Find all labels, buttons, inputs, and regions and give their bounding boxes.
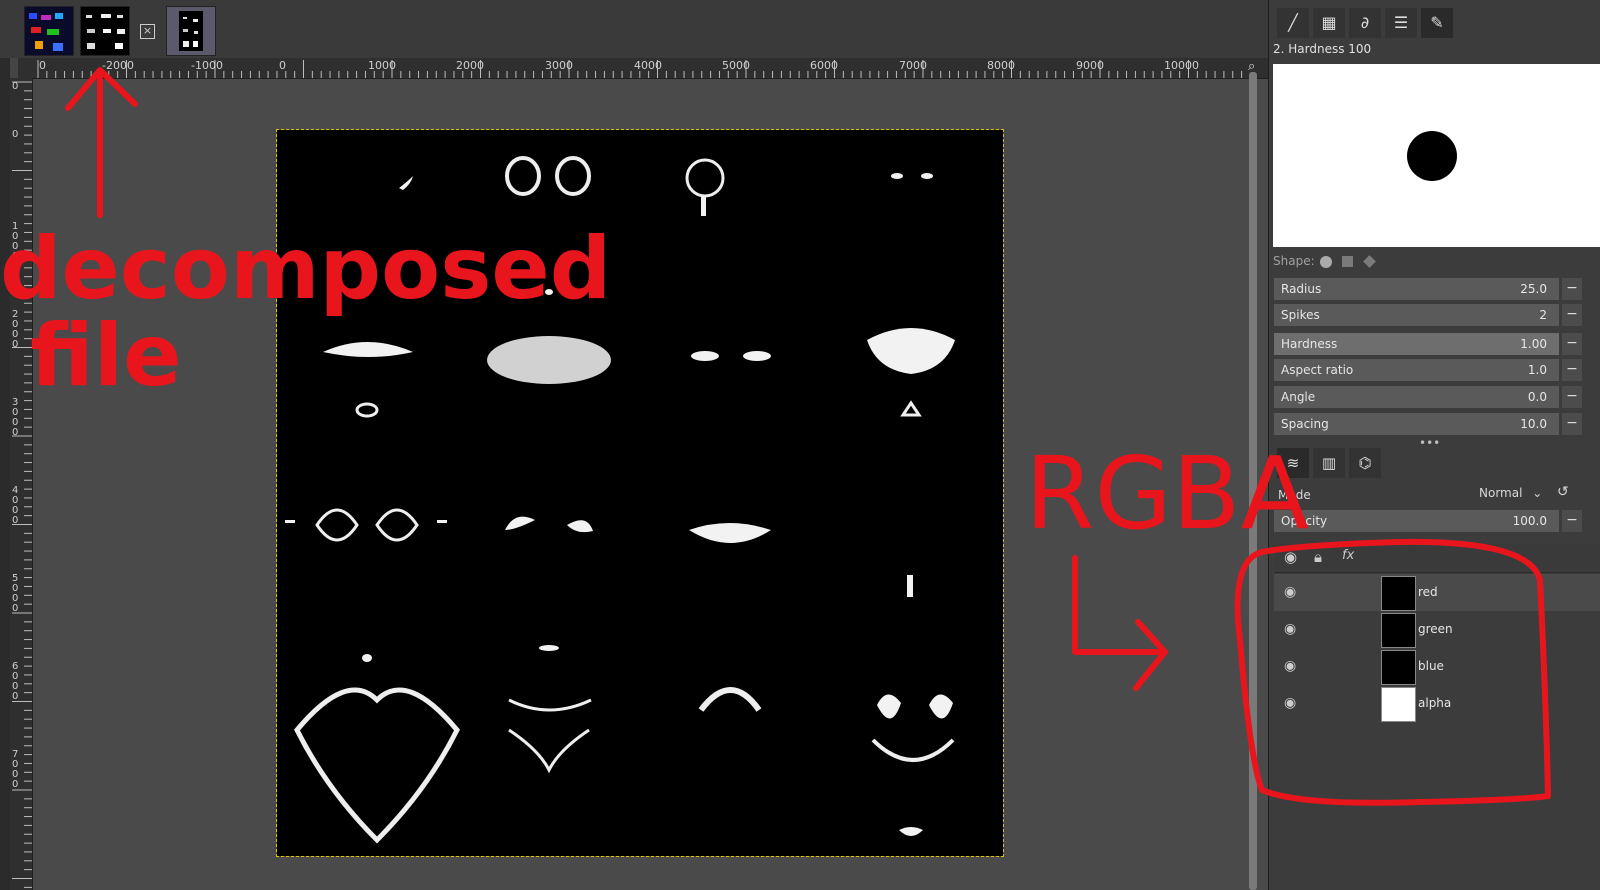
ruler-label: 5000 <box>722 59 750 72</box>
ruler-label: 4000 <box>634 59 662 72</box>
angle-slider[interactable]: Angle 0.0 <box>1274 386 1559 408</box>
reset-mode-icon[interactable]: ↺ <box>1557 484 1569 500</box>
ruler-label: 0 <box>279 59 286 72</box>
ruler-label: -1000 <box>191 59 223 72</box>
ruler-label: 9000 <box>1076 59 1104 72</box>
opacity-stepper[interactable]: − <box>1562 510 1582 532</box>
layer-name: alpha <box>1418 696 1452 710</box>
layer-thumbnail <box>1381 650 1416 685</box>
brush-editor-tab-icon[interactable]: ✎ <box>1421 8 1453 38</box>
ruler-label: 7000 <box>899 59 927 72</box>
image-tab-thumbnail-1[interactable] <box>24 6 74 56</box>
eye-icon[interactable]: ◉ <box>1284 695 1300 711</box>
layer-row-red[interactable]: ◉ red <box>1274 574 1600 611</box>
aspect-ratio-stepper[interactable]: − <box>1562 359 1582 381</box>
lock-icon[interactable]: 🔒︎ <box>1314 548 1322 566</box>
spikes-stepper[interactable]: − <box>1562 304 1582 326</box>
opacity-slider[interactable]: Opacity 100.0 <box>1274 510 1559 532</box>
layers-header: ◉ 🔒︎ fx <box>1274 544 1600 573</box>
ruler-label: 0 <box>39 59 46 72</box>
layer-name: green <box>1418 622 1453 636</box>
square-shape-icon[interactable] <box>1342 256 1354 267</box>
layer-thumbnail <box>1381 687 1416 722</box>
radius-slider[interactable]: Radius 25.0 <box>1274 278 1559 300</box>
brush-dot-preview <box>1407 131 1457 181</box>
mode-label: Mode <box>1278 488 1311 502</box>
shape-label: Shape: <box>1273 254 1376 268</box>
chevron-down-icon: ⌄ <box>1532 486 1543 500</box>
spikes-slider[interactable]: Spikes 2 <box>1274 304 1559 326</box>
layers-tab-icon[interactable]: ≋ <box>1277 448 1309 478</box>
right-dock: ╱ ▦ ∂ ☰ ✎ 2. Hardness 100 Shape: Radius 2… <box>1268 0 1600 890</box>
horizontal-ruler[interactable]: 0 -2000 -1000 0 1000 2000 3000 4000 5000… <box>18 58 1285 79</box>
vertical-ruler[interactable]: 0 0 1 0 0 0 2 0 0 0 3 0 0 0 4 0 0 0 5 0 … <box>10 78 33 890</box>
hardness-slider[interactable]: Hardness 1.00 <box>1274 333 1559 355</box>
channels-tab-icon[interactable]: ▥ <box>1313 448 1345 478</box>
ruler-label: 6 0 0 0 <box>12 661 19 702</box>
eye-icon[interactable]: ◉ <box>1284 658 1300 674</box>
layer-thumbnail <box>1381 613 1416 648</box>
radius-stepper[interactable]: − <box>1562 278 1582 300</box>
document-history-tab-icon[interactable]: ☰ <box>1385 8 1417 38</box>
ruler-label: 8000 <box>987 59 1015 72</box>
ruler-label: 1 0 0 0 <box>12 221 19 262</box>
layer-row-green[interactable]: ◉ green <box>1274 611 1600 648</box>
aspect-ratio-slider[interactable]: Aspect ratio 1.0 <box>1274 359 1559 381</box>
ruler-label: 2000 <box>456 59 484 72</box>
spacing-stepper[interactable]: − <box>1562 413 1582 435</box>
angle-stepper[interactable]: − <box>1562 386 1582 408</box>
brush-name: 2. Hardness 100 <box>1273 42 1372 56</box>
layer-thumbnail <box>1381 576 1416 611</box>
hardness-stepper[interactable]: − <box>1562 333 1582 355</box>
circle-shape-icon[interactable] <box>1320 255 1333 268</box>
ruler-label: 3000 <box>545 59 573 72</box>
ruler-label: 3 0 0 0 <box>12 397 19 438</box>
fonts-tab-icon[interactable]: ∂ <box>1349 8 1381 38</box>
layer-row-blue[interactable]: ◉ blue <box>1274 648 1600 685</box>
ruler-label: 1000 <box>368 59 396 72</box>
diamond-shape-icon[interactable] <box>1363 255 1376 268</box>
toolbox-edge <box>0 0 10 890</box>
image-canvas[interactable] <box>276 129 1004 857</box>
ruler-label: 6000 <box>810 59 838 72</box>
ruler-label: 0 <box>12 129 19 140</box>
brush-dock-tabs: ╱ ▦ ∂ ☰ ✎ <box>1269 6 1600 40</box>
ruler-label: 2 0 0 0 <box>12 309 19 350</box>
ruler-label: 5 0 0 0 <box>12 573 19 614</box>
decomposed-image-content <box>285 156 955 844</box>
paths-tab-icon[interactable]: ⌬ <box>1349 448 1381 478</box>
eye-icon[interactable]: ◉ <box>1284 584 1300 600</box>
visibility-header-eye-icon[interactable]: ◉ <box>1284 548 1297 566</box>
brush-preview <box>1273 64 1600 247</box>
mode-select[interactable]: Normal ⌄ <box>1479 482 1559 504</box>
layer-name: red <box>1418 585 1438 599</box>
spacing-slider[interactable]: Spacing 10.0 <box>1274 413 1559 435</box>
layer-name: blue <box>1418 659 1444 673</box>
panel-resize-handle[interactable]: ••• <box>1419 436 1440 450</box>
close-tab-icon[interactable]: × <box>140 24 155 39</box>
eye-icon[interactable]: ◉ <box>1284 621 1300 637</box>
fx-icon[interactable]: fx <box>1342 548 1354 563</box>
image-tab-thumbnail-2[interactable] <box>80 6 130 56</box>
vertical-scrollbar[interactable] <box>1249 72 1257 890</box>
ruler-label: 4 0 0 0 <box>12 485 19 526</box>
ruler-label: 0 <box>12 81 19 92</box>
patterns-tab-icon[interactable]: ▦ <box>1313 8 1345 38</box>
ruler-label: 10000 <box>1164 59 1199 72</box>
image-tab-bar: × <box>0 0 1295 58</box>
ruler-label: -2000 <box>102 59 134 72</box>
layer-row-alpha[interactable]: ◉ alpha <box>1274 685 1600 722</box>
image-tab-thumbnail-3[interactable] <box>166 6 216 56</box>
ruler-label: 7 0 0 0 <box>12 749 19 790</box>
brushes-tab-icon[interactable]: ╱ <box>1277 8 1309 38</box>
